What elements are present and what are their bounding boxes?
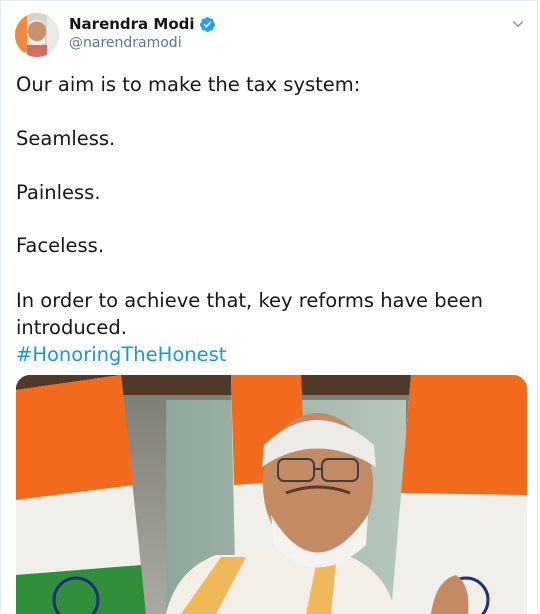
author-name[interactable]: Narendra Modi bbox=[69, 15, 195, 33]
avatar[interactable] bbox=[15, 13, 59, 57]
tweet-text-line-4: Faceless. bbox=[16, 234, 105, 257]
tweet-text-line-5: In order to achieve that, key reforms ha… bbox=[16, 289, 483, 312]
tweet-card: Narendra Modi @narendramodi Our aim is t… bbox=[0, 0, 538, 614]
tweet-text-line-2: Seamless. bbox=[16, 127, 116, 150]
tweet-text-line-6: introduced. bbox=[16, 316, 127, 339]
verified-badge-icon bbox=[199, 16, 215, 32]
hashtag-link[interactable]: #HonoringTheHonest bbox=[16, 341, 526, 368]
author-name-row[interactable]: Narendra Modi bbox=[69, 15, 216, 33]
author-handle[interactable]: @narendramodi bbox=[69, 35, 182, 51]
tweet-text-line-3: Painless. bbox=[16, 181, 101, 204]
chevron-down-icon[interactable] bbox=[509, 15, 527, 33]
tweet-media-image[interactable] bbox=[16, 375, 527, 614]
tweet-text-line-1: Our aim is to make the tax system: bbox=[16, 73, 361, 96]
tweet-header: Narendra Modi @narendramodi bbox=[15, 13, 527, 57]
